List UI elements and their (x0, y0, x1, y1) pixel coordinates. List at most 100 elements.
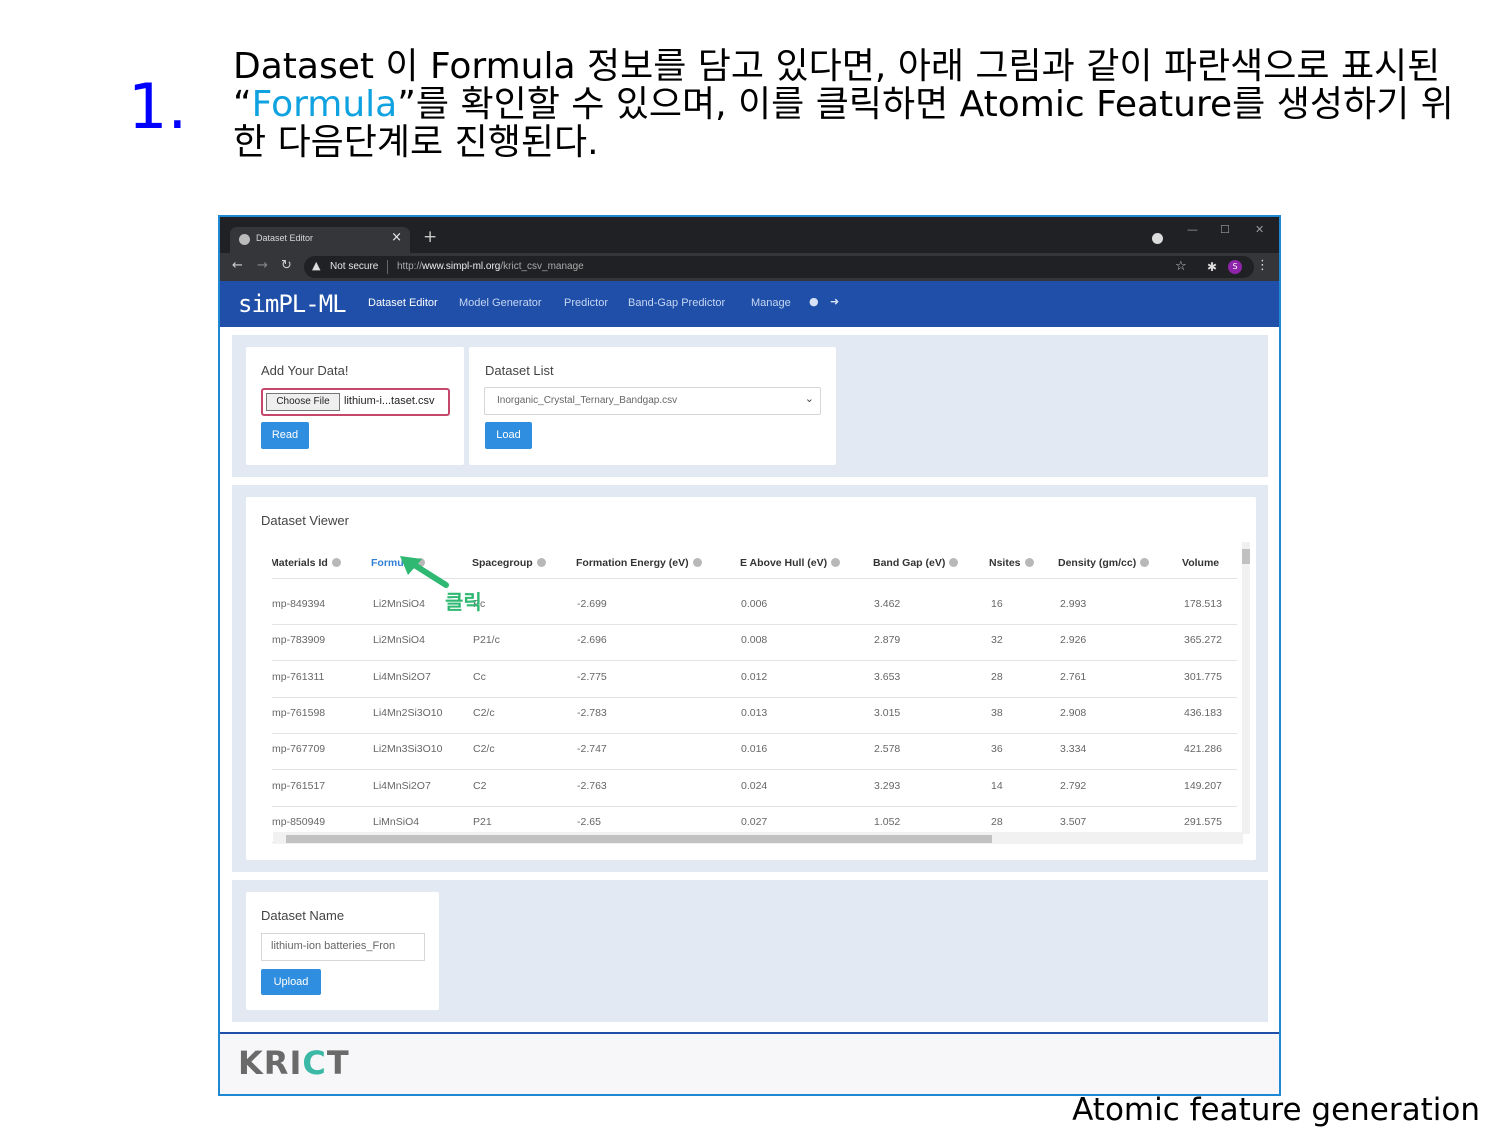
nav-dataset-editor[interactable]: Dataset Editor (368, 297, 438, 309)
read-button[interactable]: Read (261, 422, 309, 449)
column-header-band-gap[interactable]: Band Gap (eV) (873, 557, 959, 569)
selected-file-name: lithium-i...taset.csv (344, 395, 435, 407)
app-footer: KRICT (220, 1032, 1279, 1094)
table-cell: 178.513 (1184, 598, 1222, 610)
table-row-divider (272, 624, 1237, 625)
browser-menu-icon[interactable]: ⋮ (1256, 258, 1269, 273)
table-cell: 0.027 (741, 815, 768, 828)
table-cell: 2.926 (1060, 634, 1087, 647)
url-host: www.simpl-ml.org (422, 261, 501, 272)
table-cell: C2/c (473, 706, 495, 719)
table-cell: 38 (991, 706, 1003, 719)
dataset-select[interactable]: Inorganic_Crystal_Ternary_Bandgap.csv ⌄ (484, 387, 821, 415)
avatar[interactable]: S (1228, 260, 1242, 274)
add-data-title: Add Your Data! (261, 363, 349, 378)
nav-predictor[interactable]: Predictor (564, 297, 608, 309)
horizontal-scroll-thumb[interactable] (286, 835, 992, 843)
tab-close-icon[interactable]: × (391, 230, 402, 245)
nav-manage[interactable]: Manage (751, 297, 791, 309)
sort-icon[interactable] (1024, 558, 1034, 567)
column-header-formation-energy[interactable]: Formation Energy (eV) (576, 557, 702, 569)
table-cell: 0.016 (741, 743, 768, 756)
dataset-viewer-section: Dataset Viewer Materials Id Formula Spac… (232, 485, 1268, 872)
table-cell: Li4MnSi2O7 (373, 779, 431, 792)
slide-caption: Atomic feature generation (1072, 1092, 1480, 1128)
load-button[interactable]: Load (485, 422, 532, 449)
sort-icon[interactable] (831, 558, 841, 567)
table-cell: 28 (991, 670, 1003, 683)
reload-icon[interactable]: ↻ (281, 258, 292, 273)
table-cell: -2.747 (577, 743, 607, 756)
dataset-name-card: Dataset Name lithium-ion batteries_Fron … (246, 892, 439, 1010)
table-cell: mp-849394 (272, 598, 326, 610)
table-cell: 0.008 (741, 634, 768, 647)
nav-model-generator[interactable]: Model Generator (459, 297, 542, 309)
choose-file-button[interactable]: Choose File (266, 393, 340, 411)
new-tab-icon[interactable]: + (423, 227, 437, 247)
dataset-select-value: Inorganic_Crystal_Ternary_Bandgap.csv (497, 395, 678, 406)
table-cell: 3.015 (874, 706, 901, 719)
column-header-volume[interactable]: Volume (1182, 557, 1219, 569)
sort-icon[interactable] (692, 558, 702, 567)
add-data-card: Add Your Data! Choose File lithium-i...t… (246, 347, 464, 465)
table-cell: Li4MnSi2O7 (373, 670, 431, 683)
slide-heading: Dataset 이 Formula 정보를 담고 있다면, 아래 그림과 같이 … (233, 48, 1463, 162)
sort-icon[interactable] (331, 558, 341, 567)
vertical-scroll-thumb[interactable] (1242, 549, 1250, 564)
table-cell: -2.775 (577, 670, 607, 683)
table-cell: 3.293 (874, 779, 901, 792)
table-cell: 436.183 (1184, 706, 1222, 719)
dataset-viewer-card: Dataset Viewer Materials Id Formula Spac… (246, 497, 1256, 860)
column-header-e-above-hull[interactable]: E Above Hull (eV) (740, 557, 841, 569)
table-cell: 0.006 (741, 598, 768, 610)
maximize-icon[interactable]: ☐ (1220, 223, 1230, 236)
back-icon[interactable]: ← (232, 258, 243, 273)
app-navbar: simPL-ML Dataset Editor Model Generator … (220, 281, 1279, 327)
table-cell: mp-850949 (272, 815, 326, 828)
profile-dropdown-icon[interactable] (1152, 233, 1163, 244)
column-header-materials-id[interactable]: Materials Id (272, 557, 341, 569)
data-input-section: Add Your Data! Choose File lithium-i...t… (232, 335, 1268, 477)
forward-icon[interactable]: → (257, 258, 268, 273)
table-cell: C2 (473, 779, 487, 792)
bookmark-star-icon[interactable]: ☆ (1175, 259, 1187, 274)
minimize-icon[interactable]: — (1187, 223, 1198, 236)
table-cell: 2.761 (1060, 670, 1087, 683)
sort-icon[interactable] (949, 558, 959, 567)
table-cell: 1.052 (874, 815, 901, 828)
table-cell: 0.024 (741, 779, 768, 792)
sort-icon[interactable] (536, 558, 546, 567)
table-cell: 36 (991, 743, 1003, 756)
sort-icon[interactable] (1140, 558, 1150, 567)
browser-tab[interactable]: Dataset Editor × (230, 227, 410, 253)
krict-logo: KRICT (238, 1044, 350, 1082)
nav-band-gap-predictor[interactable]: Band-Gap Predictor (628, 297, 725, 309)
table-cell: 2.578 (874, 743, 901, 756)
user-icon[interactable]: ● (809, 295, 819, 308)
brand-logo[interactable]: simPL-ML (238, 290, 347, 318)
column-header-nsites[interactable]: Nsites (989, 557, 1034, 569)
table-cell: 301.775 (1184, 670, 1222, 683)
dataset-name-title: Dataset Name (261, 908, 345, 923)
upload-button[interactable]: Upload (261, 969, 321, 995)
table-row-divider (272, 732, 1237, 734)
table-cell: 365.272 (1184, 634, 1222, 647)
url-field[interactable]: ▲ Not secure http://www.simpl-ml.org/kri… (304, 256, 1254, 278)
table-cell: Li2MnSiO4 (373, 598, 425, 610)
table-row-divider (272, 769, 1237, 771)
dataset-list-card: Dataset List Inorganic_Crystal_Ternary_B… (469, 347, 836, 465)
table-cell: LiMnSiO4 (373, 815, 420, 828)
warning-icon: ▲ (312, 259, 321, 272)
table-cell: 149.207 (1184, 779, 1222, 792)
column-header-density[interactable]: Density (gm/cc) (1058, 557, 1150, 569)
table-cell: P21/c (473, 634, 500, 647)
dataset-name-input[interactable]: lithium-ion batteries_Fron (261, 933, 425, 961)
file-input[interactable]: Choose File lithium-i...taset.csv (261, 388, 450, 416)
logout-icon[interactable]: ➜ (830, 295, 839, 308)
table-cell: Cc (473, 670, 486, 683)
extensions-icon[interactable]: ✱ (1207, 260, 1217, 274)
window-close-icon[interactable]: ✕ (1255, 223, 1264, 236)
column-header-spacegroup[interactable]: Spacegroup (472, 557, 546, 569)
table-cell: 3.507 (1060, 815, 1087, 828)
vertical-scrollbar[interactable] (1242, 542, 1250, 834)
